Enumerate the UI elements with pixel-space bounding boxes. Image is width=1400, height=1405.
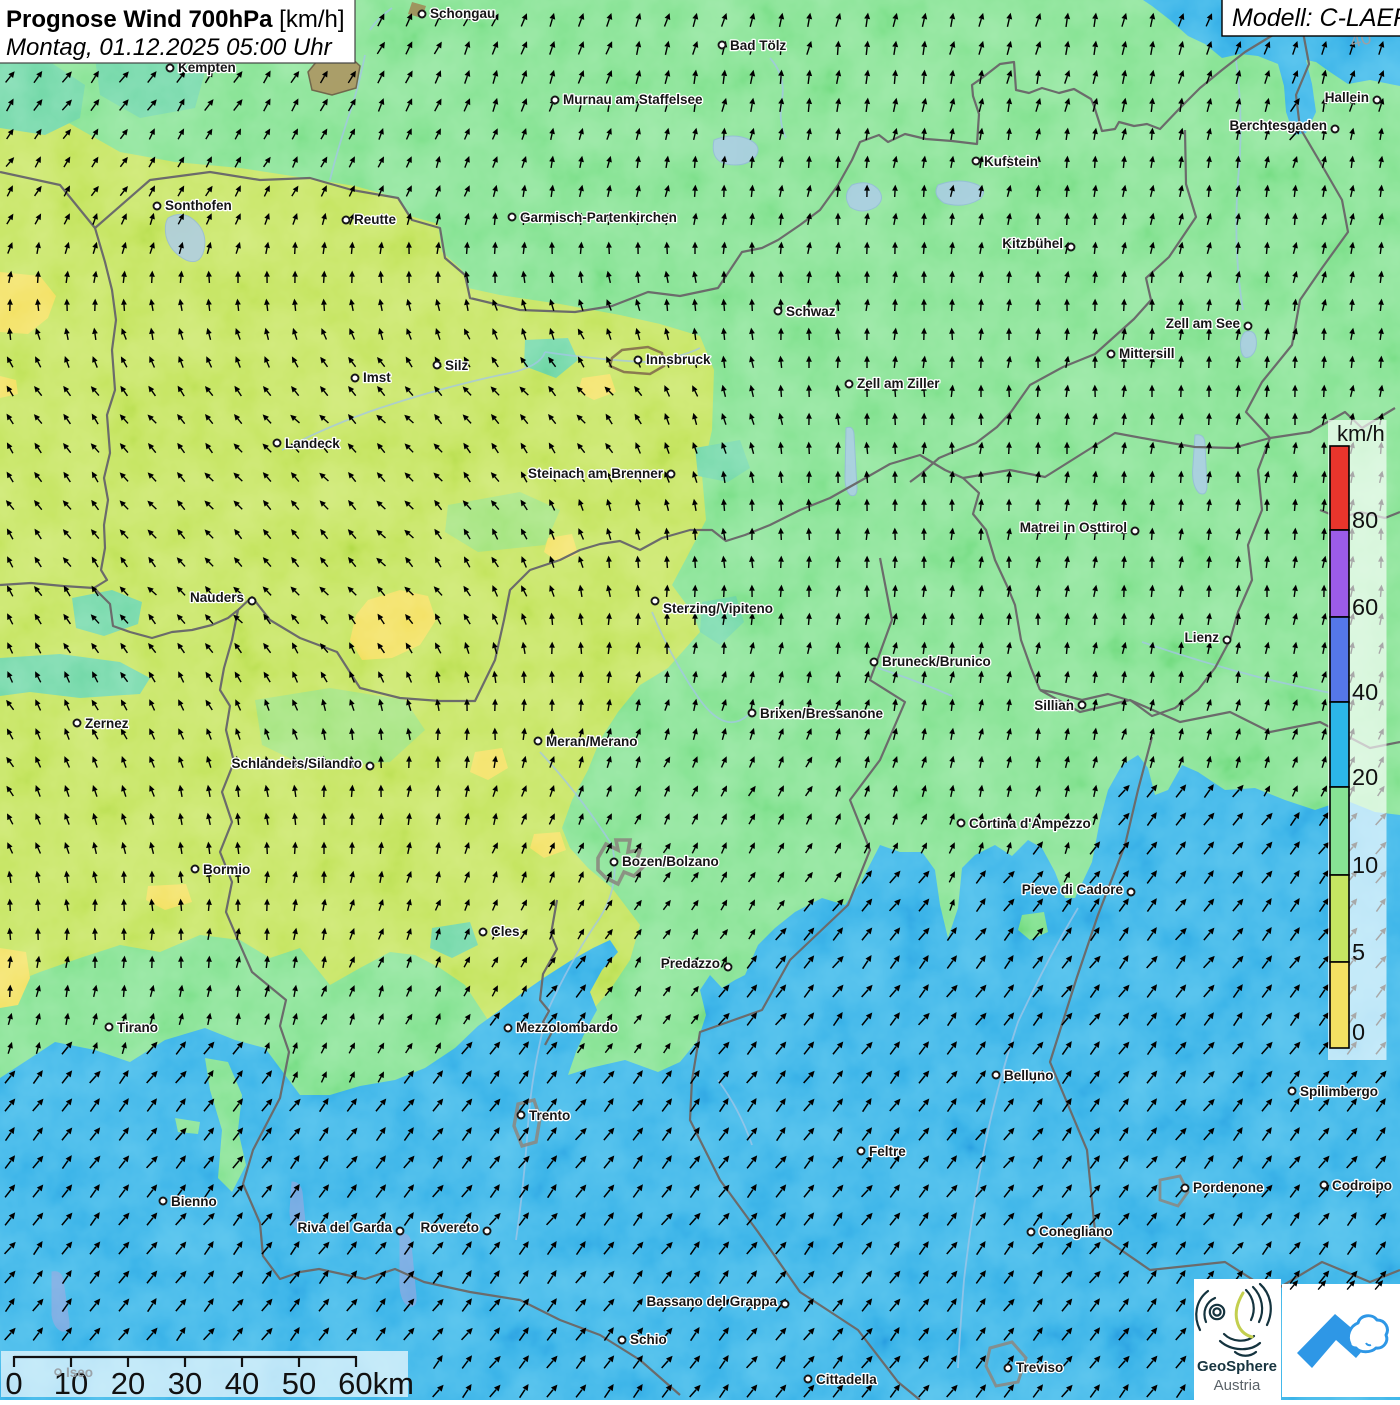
svg-text:Trento: Trento xyxy=(529,1108,570,1123)
svg-text:80: 80 xyxy=(1352,507,1378,533)
svg-text:Schio: Schio xyxy=(630,1332,667,1347)
svg-text:Zell am Ziller: Zell am Ziller xyxy=(857,376,940,391)
svg-text:Sterzing/Vipiteno: Sterzing/Vipiteno xyxy=(663,601,773,616)
svg-text:0: 0 xyxy=(5,1366,22,1400)
svg-text:Riva del Garda: Riva del Garda xyxy=(297,1220,392,1235)
svg-text:km/h: km/h xyxy=(1337,421,1385,446)
svg-text:Berchtesgaden: Berchtesgaden xyxy=(1229,118,1327,133)
svg-text:10: 10 xyxy=(1352,852,1378,878)
svg-text:Cortina d'Ampezzo: Cortina d'Ampezzo xyxy=(969,816,1091,831)
svg-text:Lienz: Lienz xyxy=(1184,630,1219,645)
svg-text:Hallein: Hallein xyxy=(1325,90,1369,105)
svg-text:Innsbruck: Innsbruck xyxy=(646,352,711,367)
svg-text:Cittadella: Cittadella xyxy=(816,1372,877,1387)
svg-text:Spilimbergo: Spilimbergo xyxy=(1300,1084,1378,1099)
svg-text:Murnau am Staffelsee: Murnau am Staffelsee xyxy=(563,92,703,107)
svg-text:Austria: Austria xyxy=(1214,1377,1261,1394)
svg-text:Nauders: Nauders xyxy=(190,590,244,605)
svg-text:Brixen/Bressanone: Brixen/Bressanone xyxy=(760,706,884,721)
svg-text:Garmisch-Partenkirchen: Garmisch-Partenkirchen xyxy=(520,210,677,225)
svg-text:60km: 60km xyxy=(338,1366,414,1400)
svg-text:20: 20 xyxy=(1352,764,1378,790)
svg-text:Schlanders/Silandro: Schlanders/Silandro xyxy=(231,756,362,771)
svg-text:Treviso: Treviso xyxy=(1016,1360,1063,1375)
svg-text:Bormio: Bormio xyxy=(203,862,250,877)
svg-text:30: 30 xyxy=(168,1366,202,1400)
svg-text:Feltre: Feltre xyxy=(869,1144,906,1159)
svg-text:Schwaz: Schwaz xyxy=(786,304,836,319)
svg-text:40: 40 xyxy=(1352,679,1378,705)
svg-text:Bienno: Bienno xyxy=(171,1194,217,1209)
svg-text:Matrei in Osttirol: Matrei in Osttirol xyxy=(1020,520,1127,535)
svg-text:Prognose Wind 700hPa [km/h]: Prognose Wind 700hPa [km/h] xyxy=(6,6,345,33)
svg-text:Iseo: Iseo xyxy=(66,1365,93,1380)
svg-text:Zell am See: Zell am See xyxy=(1166,316,1241,331)
svg-text:5: 5 xyxy=(1352,939,1365,965)
svg-text:Conegliano: Conegliano xyxy=(1039,1224,1113,1239)
svg-text:Bozen/Bolzano: Bozen/Bolzano xyxy=(622,854,719,869)
svg-text:Pordenone: Pordenone xyxy=(1193,1180,1264,1195)
svg-text:Zernez: Zernez xyxy=(85,716,129,731)
svg-text:Kitzbühel: Kitzbühel xyxy=(1002,236,1063,251)
svg-text:0: 0 xyxy=(1352,1019,1365,1045)
svg-text:Schongau: Schongau xyxy=(430,6,495,21)
svg-text:20: 20 xyxy=(111,1366,145,1400)
svg-text:Mittersill: Mittersill xyxy=(1119,346,1175,361)
svg-text:Silz: Silz xyxy=(445,358,469,373)
svg-text:Meran/Merano: Meran/Merano xyxy=(546,734,638,749)
svg-text:Montag, 01.12.2025 05:00 Uhr: Montag, 01.12.2025 05:00 Uhr xyxy=(6,34,333,61)
svg-text:Sonthofen: Sonthofen xyxy=(165,198,232,213)
svg-text:Codroipo: Codroipo xyxy=(1332,1178,1392,1193)
svg-text:60: 60 xyxy=(1352,594,1378,620)
svg-text:Predazzo: Predazzo xyxy=(661,956,720,971)
svg-text:Landeck: Landeck xyxy=(285,436,340,451)
svg-text:Mezzolombardo: Mezzolombardo xyxy=(516,1020,618,1035)
svg-text:Imst: Imst xyxy=(363,370,391,385)
svg-text:Reutte: Reutte xyxy=(354,212,396,227)
svg-text:Bad Tölz: Bad Tölz xyxy=(730,38,786,53)
svg-text:Bassano del Grappa: Bassano del Grappa xyxy=(646,1294,777,1309)
svg-text:Sillian: Sillian xyxy=(1034,698,1074,713)
svg-text:Modell: C-LAEF: Modell: C-LAEF xyxy=(1232,4,1400,32)
svg-text:Cles: Cles xyxy=(491,924,520,939)
svg-text:50: 50 xyxy=(282,1366,316,1400)
svg-text:Steinach am Brenner: Steinach am Brenner xyxy=(528,466,664,481)
svg-text:GeoSphere: GeoSphere xyxy=(1197,1358,1277,1375)
svg-text:Bruneck/Brunico: Bruneck/Brunico xyxy=(882,654,991,669)
svg-text:Pieve di Cadore: Pieve di Cadore xyxy=(1022,882,1124,897)
svg-text:40: 40 xyxy=(225,1366,259,1400)
svg-text:Belluno: Belluno xyxy=(1004,1068,1054,1083)
svg-text:Kufstein: Kufstein xyxy=(984,154,1038,169)
svg-text:Rovereto: Rovereto xyxy=(420,1220,479,1235)
svg-text:Tirano: Tirano xyxy=(117,1020,158,1035)
